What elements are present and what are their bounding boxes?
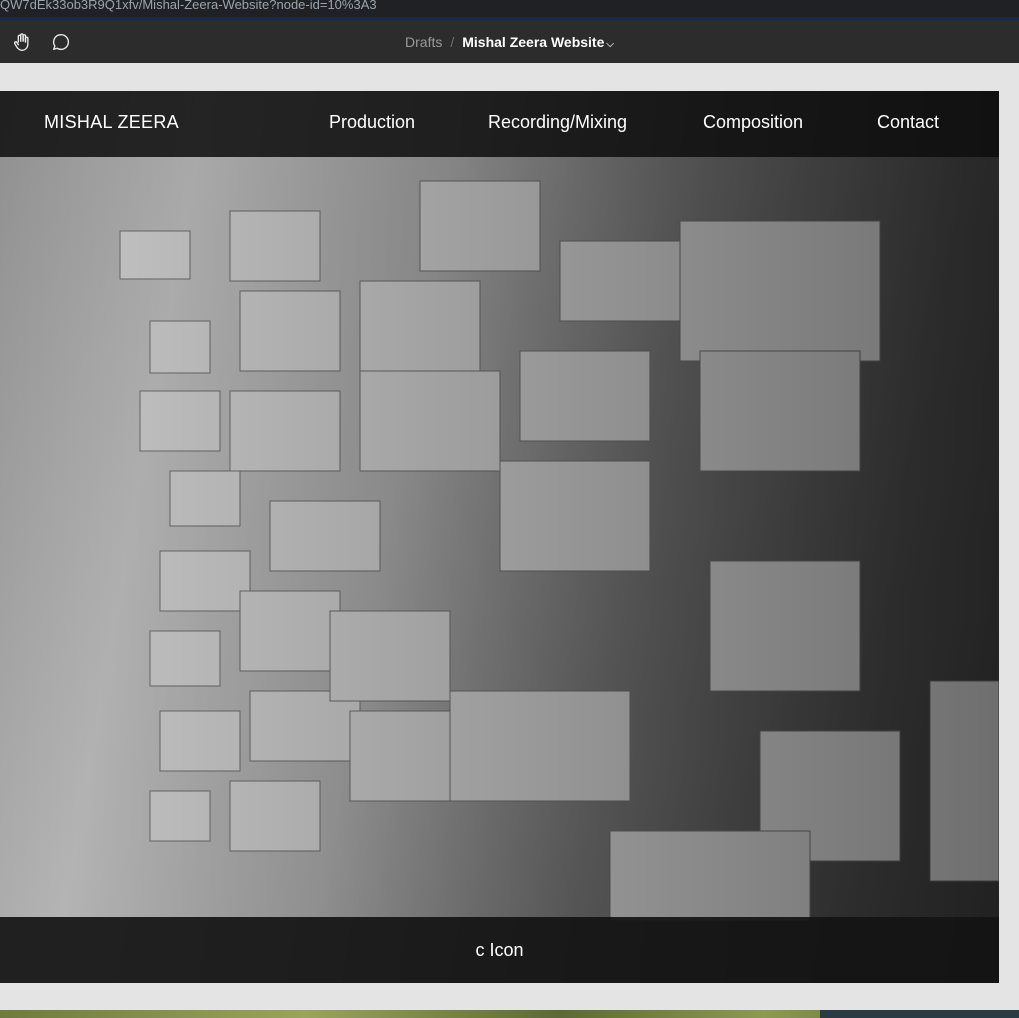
breadcrumb: Drafts / Mishal Zeera Website ⌵: [0, 20, 1019, 63]
site-footer: c Icon: [0, 917, 999, 983]
desktop-wallpaper-strip: [0, 1010, 1019, 1018]
chevron-down-icon: ⌵: [606, 38, 614, 50]
address-bar[interactable]: QW7dEk33ob3R9Q1xfv/Mishal-Zeera-Website?…: [0, 0, 1019, 17]
figma-toolbar: Drafts / Mishal Zeera Website ⌵: [0, 20, 1019, 63]
address-url: QW7dEk33ob3R9Q1xfv/Mishal-Zeera-Website?…: [0, 0, 377, 12]
nav-production[interactable]: Production: [329, 112, 415, 133]
nav-composition[interactable]: Composition: [703, 112, 803, 133]
site-nav: MISHAL ZEERA Production Recording/Mixing…: [0, 91, 999, 157]
canvas-background[interactable]: [999, 63, 1019, 1010]
footer-text: c Icon: [475, 939, 524, 960]
breadcrumb-separator: /: [450, 33, 455, 50]
breadcrumb-drafts[interactable]: Drafts: [405, 34, 442, 50]
nav-recording-mixing[interactable]: Recording/Mixing: [488, 112, 627, 133]
nav-contact[interactable]: Contact: [877, 112, 939, 133]
file-name: Mishal Zeera Website: [462, 33, 605, 50]
hero-image: [0, 91, 999, 983]
website-frame[interactable]: MISHAL ZEERA Production Recording/Mixing…: [0, 91, 999, 983]
site-brand[interactable]: MISHAL ZEERA: [44, 112, 179, 133]
file-name-button[interactable]: Mishal Zeera Website ⌵: [462, 34, 614, 50]
